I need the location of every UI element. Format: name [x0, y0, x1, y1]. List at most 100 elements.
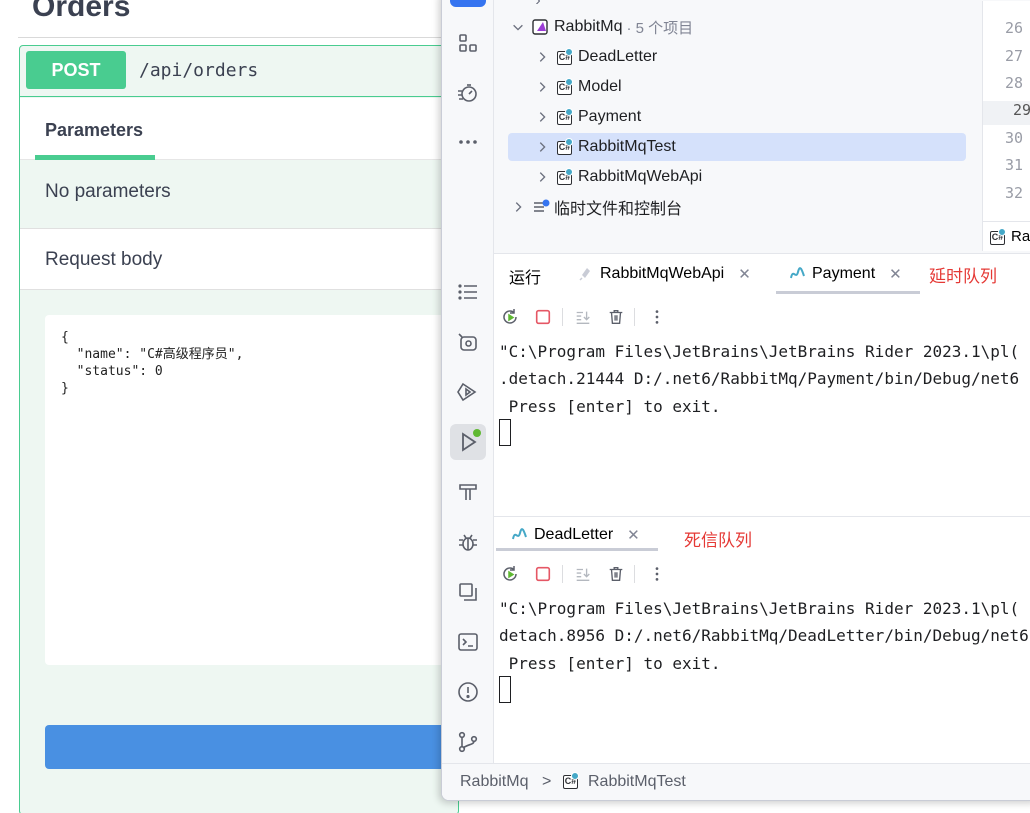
method-badge: POST: [26, 51, 126, 89]
operation-tabs: Parameters: [20, 98, 458, 160]
run-tab-label: DeadLetter: [534, 526, 614, 543]
run-tab-deadletter[interactable]: DeadLetter ✕: [510, 520, 640, 550]
chevron-right-icon[interactable]: [534, 139, 550, 155]
git-icon[interactable]: [450, 724, 486, 760]
operation-block: POST /api/orders Parameters No parameter…: [19, 45, 465, 813]
clear-trash-icon[interactable]: [605, 306, 627, 328]
line-number: 27: [1004, 47, 1023, 65]
line-number: 26: [1004, 19, 1023, 37]
tree-solution-row[interactable]: RabbitMq · 5 个项目: [510, 13, 990, 41]
solution-name: RabbitMq: [554, 18, 623, 35]
debug-icon[interactable]: [450, 524, 486, 560]
build-icon[interactable]: [450, 474, 486, 510]
close-icon[interactable]: ✕: [738, 265, 751, 283]
project-name: RabbitMqWebApi: [578, 168, 703, 185]
console-line: "C:\Program Files\JetBrains\JetBrains Ri…: [499, 599, 1020, 618]
scroll-to-end-icon[interactable]: [572, 306, 594, 328]
run-title: 运行: [509, 270, 542, 287]
project-tool-button[interactable]: [450, 0, 486, 7]
line-number: 30: [1004, 129, 1023, 147]
tree-project-row[interactable]: C# Payment: [534, 103, 1014, 131]
clear-trash-icon[interactable]: [605, 563, 627, 585]
breadcrumb-root[interactable]: RabbitMq: [460, 773, 528, 791]
tree-project-row[interactable]: C# DeadLetter: [534, 43, 1014, 71]
tree-project-row-selected[interactable]: C# RabbitMqTest: [508, 133, 966, 161]
scroll-to-end-icon[interactable]: [572, 563, 594, 585]
structure-icon[interactable]: [450, 25, 486, 61]
toolbar-separator: [562, 308, 563, 326]
rider-window: › RabbitMq · 5 个项目 C# DeadLetter C# Mode…: [441, 0, 1030, 801]
terminal-icon[interactable]: [450, 624, 486, 660]
tree-scratches-row[interactable]: 临时文件和控制台: [510, 193, 990, 221]
more-vertical-icon[interactable]: [646, 563, 668, 585]
services-icon[interactable]: [450, 324, 486, 360]
run-tab-label: RabbitMqWebApi: [600, 265, 725, 282]
section-title[interactable]: Orders: [32, 0, 130, 24]
more-vertical-icon[interactable]: [646, 306, 668, 328]
rerun-icon[interactable]: [499, 563, 521, 585]
close-icon[interactable]: ✕: [627, 526, 640, 544]
run-tool-window: 运行 RabbitMqWebApi ✕ Payment ✕ 延时队列 "C:\P…: [494, 253, 1030, 763]
console-line: "C:\Program Files\JetBrains\JetBrains Ri…: [499, 342, 1020, 361]
operation-path: /api/orders: [139, 60, 259, 81]
scratches-label: 临时文件和控制台: [554, 201, 683, 218]
scratches-icon: [532, 198, 550, 216]
csharp-project-icon: C#: [556, 138, 574, 156]
tree-project-row[interactable]: C# RabbitMqWebApi: [534, 163, 1014, 191]
csharp-project-icon: C#: [556, 78, 574, 96]
chevron-down-icon[interactable]: [510, 19, 526, 35]
tab-active-underline: [496, 548, 658, 551]
console-input-caret[interactable]: [499, 419, 511, 446]
tree-project-row[interactable]: C# Model: [534, 73, 1014, 101]
chevron-right-icon[interactable]: [534, 79, 550, 95]
breadcrumb-separator: >: [542, 773, 552, 790]
close-icon[interactable]: ✕: [889, 265, 902, 283]
layers-icon[interactable]: [450, 574, 486, 610]
execute-button[interactable]: [45, 725, 465, 769]
panel-splitter[interactable]: [494, 516, 1030, 517]
stop-icon[interactable]: [532, 563, 554, 585]
breadcrumb-project[interactable]: RabbitMqTest: [588, 773, 686, 791]
more-icon[interactable]: [450, 124, 486, 160]
debug-run-icon[interactable]: [450, 374, 486, 410]
list-icon[interactable]: [450, 274, 486, 310]
stop-icon[interactable]: [532, 306, 554, 328]
solution-icon: [532, 18, 550, 36]
console-toolbar-bottom: [494, 559, 1030, 589]
dotnet-run-icon: [512, 528, 527, 540]
chevron-right-icon[interactable]: [510, 199, 526, 215]
problems-icon[interactable]: [450, 674, 486, 710]
run-tab-payment[interactable]: Payment ✕: [788, 259, 902, 289]
request-body-label: Request body: [45, 249, 163, 270]
console-input-caret[interactable]: [499, 676, 511, 703]
project-name: RabbitMqTest: [578, 138, 676, 155]
solution-count: · 5 个项目: [626, 19, 694, 37]
editor-tab-label: Ra: [1011, 228, 1030, 245]
editor-gutter: 26 27 28 29 30 31 32: [982, 1, 1030, 221]
console-toolbar-top: [494, 302, 1030, 332]
console-line: Press [enter] to exit.: [499, 654, 721, 673]
dotnet-run-icon: [790, 267, 805, 279]
line-number: 28: [1004, 74, 1023, 92]
request-body-editor[interactable]: { "name": "C#高级程序员", "status": 0 }: [45, 315, 465, 665]
csharp-project-icon: C#: [556, 168, 574, 186]
line-number: 31: [1004, 156, 1023, 174]
run-icon[interactable]: [450, 424, 486, 460]
chevron-right-icon[interactable]: [534, 169, 550, 185]
project-tree: › RabbitMq · 5 个项目 C# DeadLetter C# Mode…: [494, 0, 982, 243]
editor-tab[interactable]: C# Ra: [982, 221, 1030, 251]
rocket-icon: [579, 268, 590, 281]
line-number-current: 29: [983, 101, 1030, 125]
annotation-dead-letter-queue: 死信队列: [684, 531, 752, 550]
profiler-icon[interactable]: [450, 75, 486, 111]
rerun-icon[interactable]: [499, 306, 521, 328]
chevron-right-icon[interactable]: [534, 109, 550, 125]
chevron-right-icon[interactable]: [534, 49, 550, 65]
run-tab-rabbitmqwebapi[interactable]: RabbitMqWebApi ✕: [578, 259, 751, 289]
tab-parameters[interactable]: Parameters: [45, 120, 143, 141]
tab-active-underline: [776, 291, 920, 294]
request-body-header: Request body: [20, 228, 458, 290]
console-line: detach.8956 D:/.net6/RabbitMq/DeadLetter…: [499, 626, 1029, 645]
operation-summary[interactable]: POST /api/orders: [20, 46, 458, 97]
project-name: DeadLetter: [578, 48, 658, 65]
